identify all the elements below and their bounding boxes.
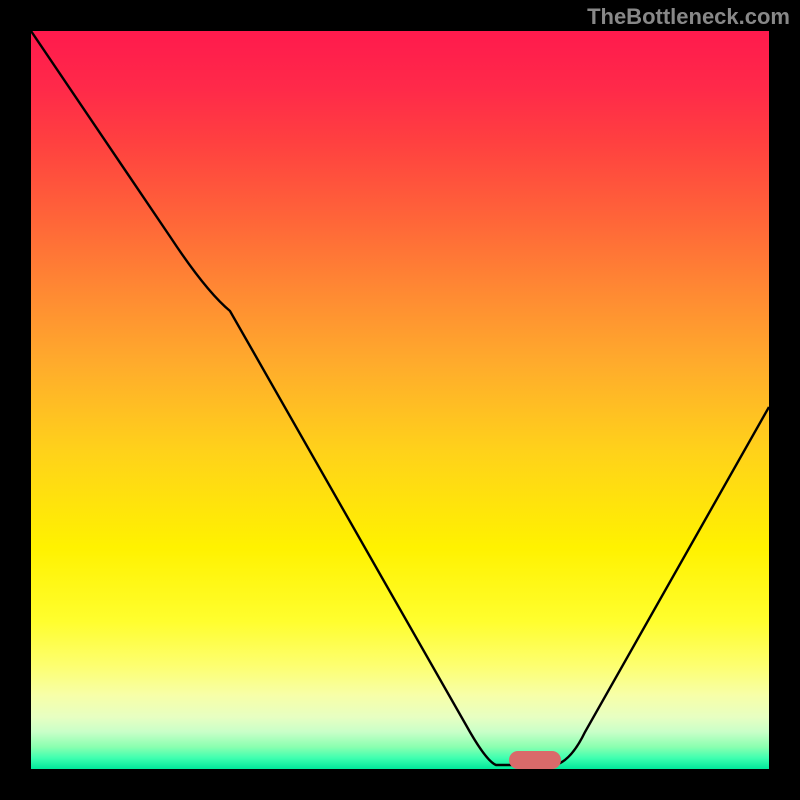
bottleneck-curve — [31, 31, 769, 769]
chart-plot-area — [31, 31, 769, 769]
optimal-range-marker — [509, 751, 561, 769]
watermark-text: TheBottleneck.com — [587, 4, 790, 30]
